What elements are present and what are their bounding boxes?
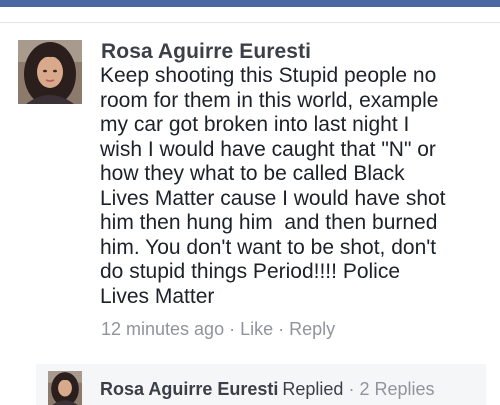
separator: ·	[348, 379, 355, 399]
reply-action-label: Replied	[282, 379, 344, 399]
comment-timestamp[interactable]: 12 minutes ago	[101, 319, 224, 339]
comment-text-line: how they what to be called Black	[100, 162, 405, 185]
comment-text-line: Keep shooting this Stupid people no	[100, 64, 437, 87]
comment-text-line: him. You don't want to be shot, don't	[100, 235, 437, 259]
profile-photo-icon	[48, 371, 82, 405]
comment-meta: 12 minutes ago · Like · Reply	[101, 319, 335, 340]
view-replies-link[interactable]: 2 Replies	[359, 379, 434, 399]
comment-text-line: him then hung him and then burned	[100, 211, 438, 234]
comment-text: Keep shooting this Stupid people no room…	[100, 64, 495, 309]
avatar[interactable]	[18, 40, 82, 104]
comment-text-line: Lives Matter cause I would have shot	[100, 186, 446, 210]
separator: ·	[278, 319, 285, 339]
replies-summary: Rosa Aguirre Euresti Replied · 2 Replies	[100, 379, 434, 400]
comment-text-line: my car got broken into last night I	[100, 113, 410, 136]
divider	[0, 22, 500, 23]
top-nav-bar	[0, 0, 500, 7]
comment-author-name[interactable]: Rosa Aguirre Euresti	[101, 40, 311, 64]
reply-link[interactable]: Reply	[289, 319, 335, 339]
reply-author-name[interactable]: Rosa Aguirre Euresti	[100, 379, 278, 399]
like-link[interactable]: Like	[240, 319, 273, 339]
profile-photo-icon	[18, 40, 82, 104]
comment-text-line: wish I would have caught that "N" or	[100, 137, 436, 161]
comment-text-line: Lives Matter	[100, 284, 215, 308]
separator: ·	[229, 319, 236, 339]
comment-text-line: do stupid things Period!!!! Police	[100, 260, 401, 283]
reply-avatar[interactable]	[48, 371, 82, 405]
comment-text-line: room for them in this world, example	[100, 88, 439, 112]
